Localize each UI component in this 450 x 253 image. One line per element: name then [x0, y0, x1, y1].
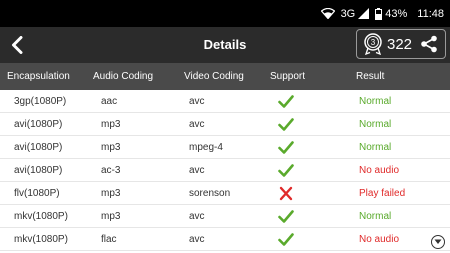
audio-coding-cell: mp3: [101, 142, 121, 153]
signal-icon: [358, 8, 370, 19]
table-row[interactable]: flv(1080P) mp3 sorenson Play failed: [0, 182, 450, 205]
result-cell: Normal: [359, 119, 392, 130]
column-header-audio-coding: Audio Coding: [93, 71, 154, 82]
check-icon: [278, 94, 294, 109]
encapsulation-cell: avi(1080P): [14, 142, 63, 153]
clock: 11:48: [417, 7, 444, 20]
video-coding-cell: avc: [189, 96, 205, 107]
table-row[interactable]: mkv(1080P) mp3 avc Normal: [0, 205, 450, 228]
result-cell: No audio: [359, 234, 400, 245]
score-count: 322: [387, 35, 413, 53]
check-icon: [278, 140, 294, 155]
audio-coding-cell: aac: [101, 96, 118, 107]
encapsulation-cell: avi(1080P): [14, 165, 63, 176]
column-header-encapsulation: Encapsulation: [7, 71, 70, 82]
encapsulation-cell: mkv(1080P): [14, 234, 68, 245]
video-coding-cell: avc: [189, 119, 205, 130]
network-type: 3G: [340, 7, 356, 20]
results-table: 3gp(1080P) aac avc Normal avi(1080P) mp3…: [0, 90, 450, 251]
video-coding-cell: avc: [189, 211, 205, 222]
result-cell: Normal: [359, 96, 392, 107]
battery-indicator: 43%: [375, 7, 408, 20]
share-button[interactable]: [420, 35, 438, 53]
result-cell: Normal: [359, 142, 392, 153]
video-coding-cell: mpeg-4: [189, 142, 223, 153]
result-cell: Normal: [359, 211, 392, 222]
video-coding-cell: sorenson: [189, 188, 231, 199]
share-icon: [421, 35, 437, 53]
check-icon: [278, 117, 294, 132]
encapsulation-cell: flv(1080P): [14, 188, 60, 199]
check-icon: [278, 163, 294, 178]
chevron-left-icon: [12, 36, 23, 54]
table-row[interactable]: mkv(1080P) flac avc No audio: [0, 228, 450, 251]
column-header-support: Support: [270, 71, 306, 82]
column-header-video-coding: Video Coding: [184, 71, 244, 82]
audio-coding-cell: mp3: [101, 211, 121, 222]
table-row[interactable]: avi(1080P) ac-3 avc No audio: [0, 159, 450, 182]
score-box[interactable]: 3 322: [356, 29, 446, 59]
table-row[interactable]: avi(1080P) mp3 mpeg-4 Normal: [0, 136, 450, 159]
network-indicator: 3G: [341, 8, 370, 20]
status-bar: 3G 43% 11:48: [0, 0, 450, 27]
result-cell: Play failed: [359, 188, 406, 199]
check-icon: [278, 209, 294, 224]
audio-coding-cell: ac-3: [101, 165, 121, 176]
table-row[interactable]: 3gp(1080P) aac avc Normal: [0, 90, 450, 113]
medal-icon: 3: [364, 33, 382, 55]
chevron-down-icon: [434, 239, 442, 244]
svg-text:3: 3: [371, 38, 376, 47]
check-icon: [278, 232, 294, 247]
column-header-result: Result: [356, 71, 385, 82]
table-row[interactable]: avi(1080P) mp3 avc Normal: [0, 113, 450, 136]
audio-coding-cell: flac: [101, 234, 117, 245]
video-coding-cell: avc: [189, 165, 205, 176]
table-header: Encapsulation Audio Coding Video Coding …: [0, 63, 450, 90]
scroll-down-button[interactable]: [431, 235, 445, 249]
video-coding-cell: avc: [189, 234, 205, 245]
battery-icon: [375, 7, 383, 20]
audio-coding-cell: mp3: [101, 188, 121, 199]
wifi-icon: [320, 8, 335, 19]
result-cell: No audio: [359, 165, 400, 176]
encapsulation-cell: mkv(1080P): [14, 211, 68, 222]
cross-icon: [278, 186, 294, 201]
encapsulation-cell: 3gp(1080P): [14, 96, 67, 107]
audio-coding-cell: mp3: [101, 119, 121, 130]
encapsulation-cell: avi(1080P): [14, 119, 63, 130]
back-button[interactable]: [6, 32, 28, 58]
battery-percent: 43%: [385, 7, 408, 20]
